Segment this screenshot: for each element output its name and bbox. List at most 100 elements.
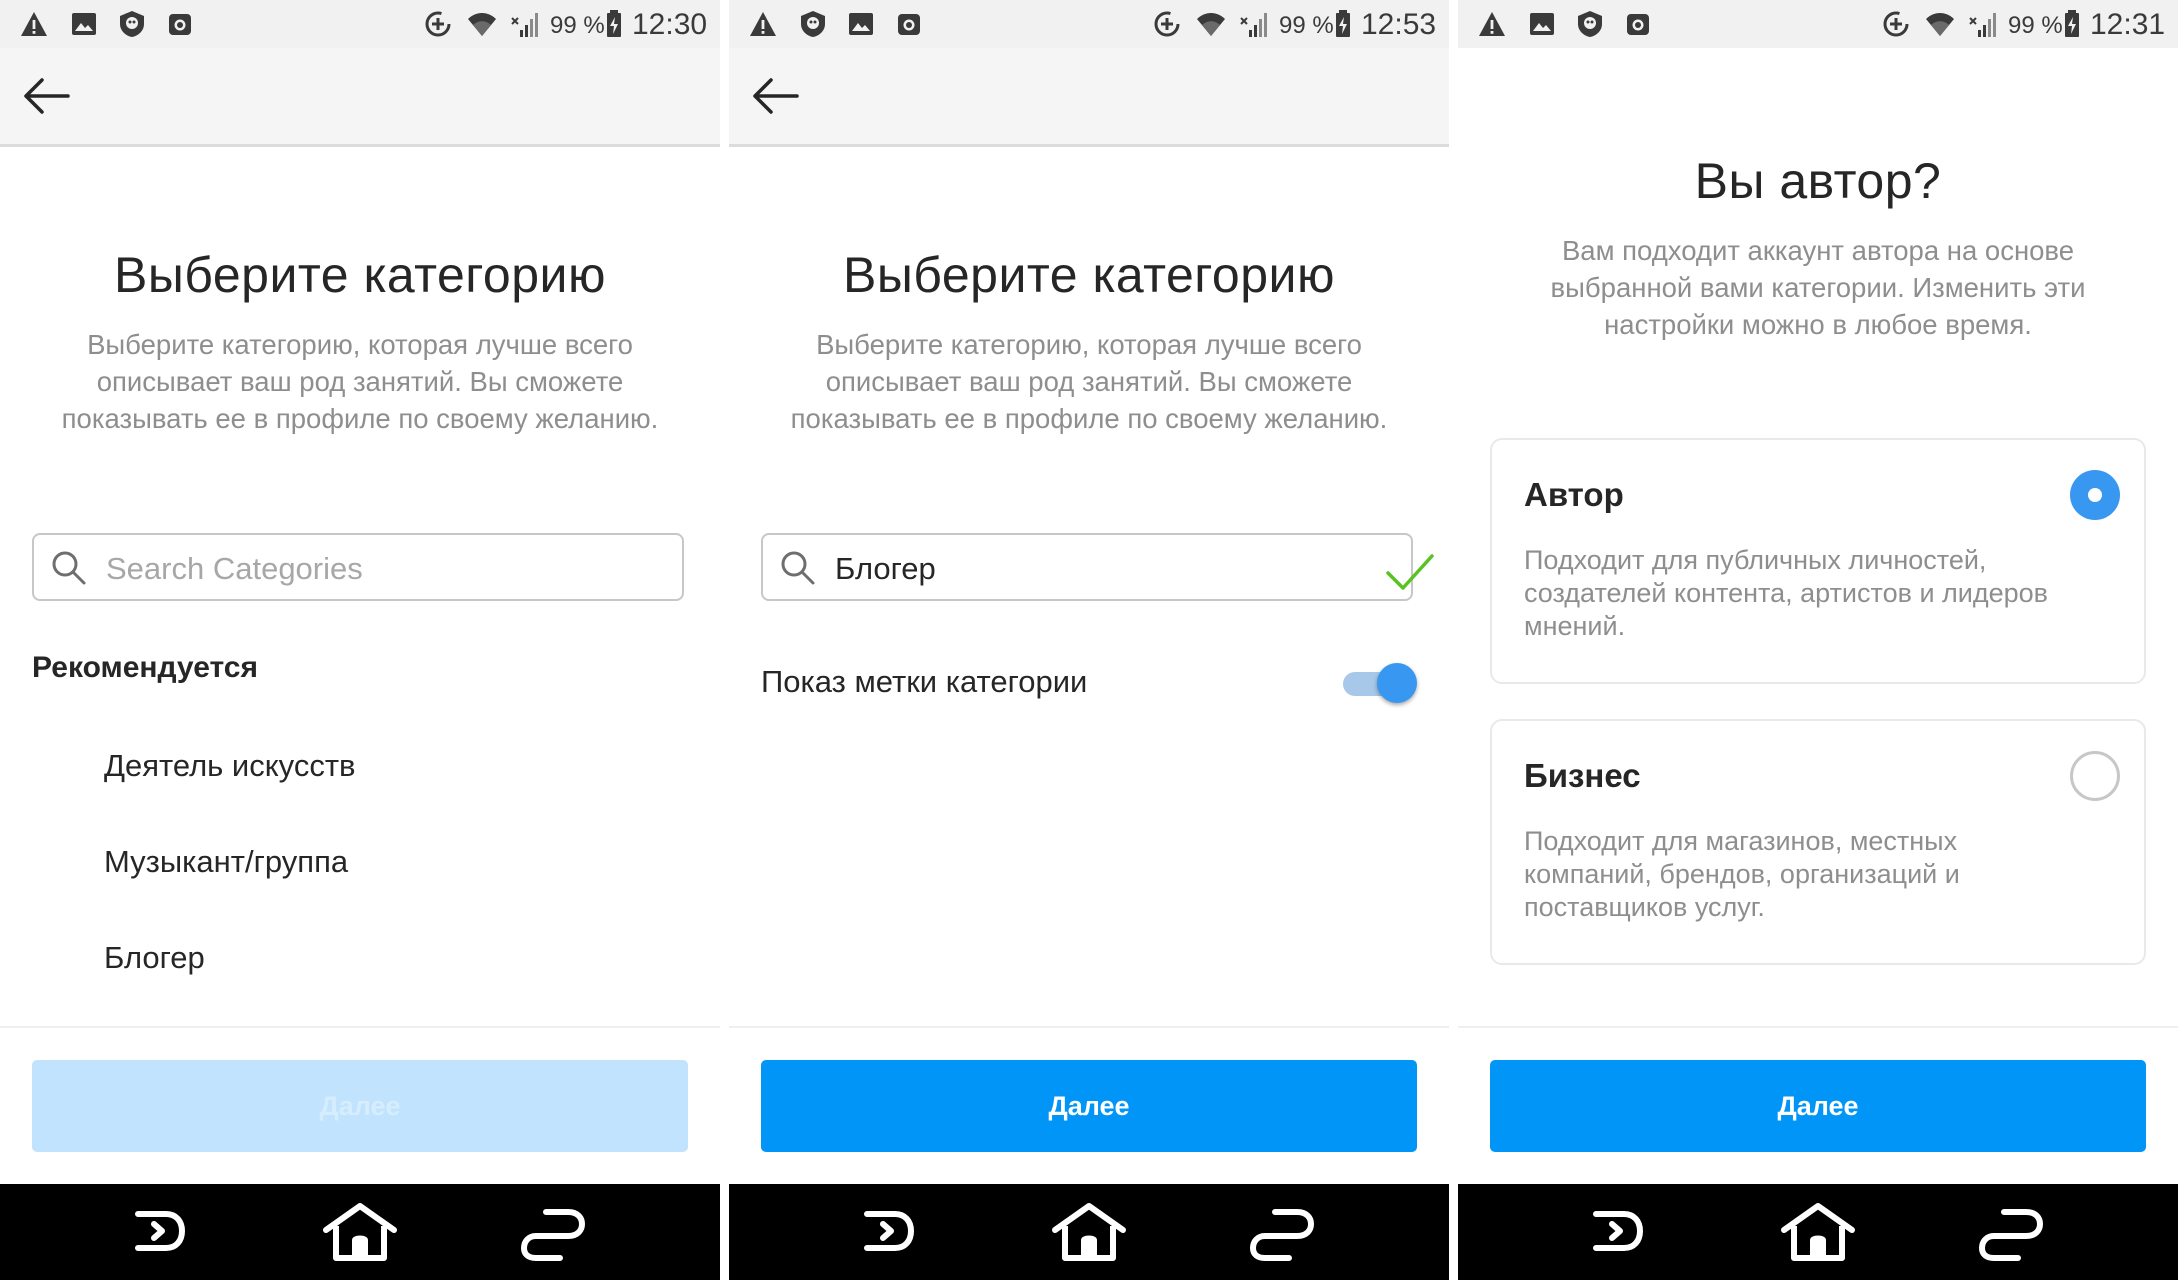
nav-recent-apps-icon[interactable] bbox=[1245, 1200, 1317, 1262]
option-description: Подходит для магазинов, местных компаний… bbox=[1524, 825, 2104, 924]
system-nav-bar bbox=[729, 1184, 1449, 1280]
option-description-line: Подходит для публичных личностей, bbox=[1524, 545, 1987, 575]
show-category-label-toggle[interactable] bbox=[1337, 660, 1417, 706]
clock: 12:31 bbox=[2090, 8, 2166, 41]
image-icon bbox=[847, 10, 875, 38]
wifi-icon bbox=[466, 10, 498, 38]
system-nav-bar bbox=[0, 1184, 720, 1280]
warning-icon bbox=[749, 10, 777, 38]
battery-percent: 99 % bbox=[550, 12, 605, 39]
category-item[interactable]: Блогер bbox=[104, 940, 205, 976]
nav-home-icon[interactable] bbox=[320, 1200, 400, 1262]
back-arrow-icon[interactable] bbox=[749, 74, 801, 118]
category-item[interactable]: Деятель искусств bbox=[104, 748, 355, 784]
camera-icon bbox=[895, 10, 923, 38]
option-title: Бизнес bbox=[1524, 757, 1641, 794]
top-bar bbox=[0, 48, 720, 147]
screen-choose-category-empty: 99 % 12:30 Выберите категорию Выберите к… bbox=[0, 0, 720, 1280]
data-saver-icon bbox=[1153, 10, 1181, 38]
nav-back-icon[interactable] bbox=[128, 1200, 192, 1262]
warning-icon bbox=[20, 10, 48, 38]
search-placeholder: Search Categories bbox=[106, 551, 363, 586]
next-button[interactable]: Далее bbox=[1490, 1060, 2146, 1152]
signal-icon bbox=[1239, 10, 1269, 38]
option-description: Подходит для публичных личностей, создат… bbox=[1524, 544, 2104, 643]
nav-recent-apps-icon[interactable] bbox=[516, 1200, 588, 1262]
search-icon bbox=[779, 549, 817, 587]
battery-icon bbox=[1335, 10, 1351, 38]
shield-icon bbox=[1576, 10, 1604, 38]
page-description: Выберите категорию, которая лучше всего … bbox=[759, 326, 1419, 437]
nav-home-icon[interactable] bbox=[1778, 1200, 1858, 1262]
option-card-creator[interactable]: Автор Подходит для публичных личностей, … bbox=[1490, 438, 2146, 684]
description-line: Вам подходит аккаунт автора на основе bbox=[1561, 235, 2075, 266]
data-saver-icon bbox=[424, 10, 452, 38]
shield-icon bbox=[118, 10, 146, 38]
description-line: описывает ваш род занятий. Вы сможете bbox=[825, 366, 1353, 397]
option-description-line: мнений. bbox=[1524, 611, 1626, 641]
section-heading: Рекомендуется bbox=[32, 651, 258, 684]
nav-home-icon[interactable] bbox=[1049, 1200, 1129, 1262]
wifi-icon bbox=[1195, 10, 1227, 38]
page-description: Выберите категорию, которая лучше всего … bbox=[30, 326, 690, 437]
camera-icon bbox=[166, 10, 194, 38]
divider bbox=[1458, 1026, 2178, 1028]
option-card-business[interactable]: Бизнес Подходит для магазинов, местных к… bbox=[1490, 719, 2146, 965]
nav-back-icon[interactable] bbox=[1586, 1200, 1650, 1262]
image-icon bbox=[70, 10, 98, 38]
search-value: Блогер bbox=[835, 551, 936, 586]
page-title: Вы автор? bbox=[1694, 153, 1942, 209]
description-line: показывать ее в профиле по своему желани… bbox=[61, 403, 659, 434]
page-description: Вам подходит аккаунт автора на основе вы… bbox=[1488, 232, 2148, 343]
warning-icon bbox=[1478, 10, 1506, 38]
status-bar: 99 % 12:31 bbox=[1458, 0, 2178, 48]
battery-percent: 99 % bbox=[2008, 12, 2063, 39]
system-nav-bar bbox=[1458, 1184, 2178, 1280]
data-saver-icon bbox=[1882, 10, 1910, 38]
next-button[interactable]: Далее bbox=[761, 1060, 1417, 1152]
battery-icon bbox=[606, 10, 622, 38]
search-input[interactable]: Search Categories bbox=[32, 533, 684, 601]
description-line: выбранной вами категории. Изменить эти bbox=[1550, 272, 2086, 303]
nav-recent-apps-icon[interactable] bbox=[1974, 1200, 2046, 1262]
nav-back-icon[interactable] bbox=[857, 1200, 921, 1262]
search-input[interactable]: Блогер bbox=[761, 533, 1413, 601]
back-arrow-icon[interactable] bbox=[20, 74, 72, 118]
option-description-line: Подходит для магазинов, местных bbox=[1524, 826, 1958, 856]
signal-icon bbox=[1968, 10, 1998, 38]
battery-percent: 99 % bbox=[1279, 12, 1334, 39]
description-line: показывать ее в профиле по своему желани… bbox=[790, 403, 1388, 434]
shield-icon bbox=[799, 10, 827, 38]
divider bbox=[0, 1026, 720, 1028]
battery-icon bbox=[2064, 10, 2080, 38]
description-line: настройки можно в любое время. bbox=[1604, 309, 2032, 340]
page-title: Выберите категорию bbox=[843, 247, 1335, 303]
checkmark-icon bbox=[1385, 552, 1435, 592]
option-title: Автор bbox=[1524, 476, 1624, 513]
clock: 12:53 bbox=[1361, 8, 1437, 41]
signal-icon bbox=[510, 10, 540, 38]
clock: 12:30 bbox=[632, 8, 708, 41]
screen-creator-or-business: 99 % 12:31 Вы автор? Вам подходит аккаун… bbox=[1458, 0, 2178, 1280]
screen-choose-category-selected: 99 % 12:53 Выберите категорию Выберите к… bbox=[729, 0, 1449, 1280]
radio-button-selected[interactable] bbox=[2070, 470, 2120, 520]
next-button[interactable]: Далее bbox=[32, 1060, 688, 1152]
status-bar: 99 % 12:30 bbox=[0, 0, 720, 48]
description-line: описывает ваш род занятий. Вы сможете bbox=[96, 366, 624, 397]
page-title: Выберите категорию bbox=[114, 247, 606, 303]
image-icon bbox=[1528, 10, 1556, 38]
radio-button-unselected[interactable] bbox=[2070, 751, 2120, 801]
status-bar: 99 % 12:53 bbox=[729, 0, 1449, 48]
top-bar bbox=[729, 48, 1449, 147]
description-line: Выберите категорию, которая лучше всего bbox=[816, 329, 1362, 360]
toggle-knob bbox=[1377, 663, 1417, 703]
camera-icon bbox=[1624, 10, 1652, 38]
option-description-line: создателей контента, артистов и лидеров bbox=[1524, 578, 2049, 608]
option-description-line: компаний, брендов, организаций и bbox=[1524, 859, 1960, 889]
search-icon bbox=[50, 549, 88, 587]
show-category-label-text: Показ метки категории bbox=[761, 664, 1088, 699]
option-description-line: поставщиков услуг. bbox=[1524, 892, 1765, 922]
description-line: Выберите категорию, которая лучше всего bbox=[87, 329, 633, 360]
divider bbox=[729, 1026, 1449, 1028]
category-item[interactable]: Музыкант/группа bbox=[104, 844, 348, 880]
